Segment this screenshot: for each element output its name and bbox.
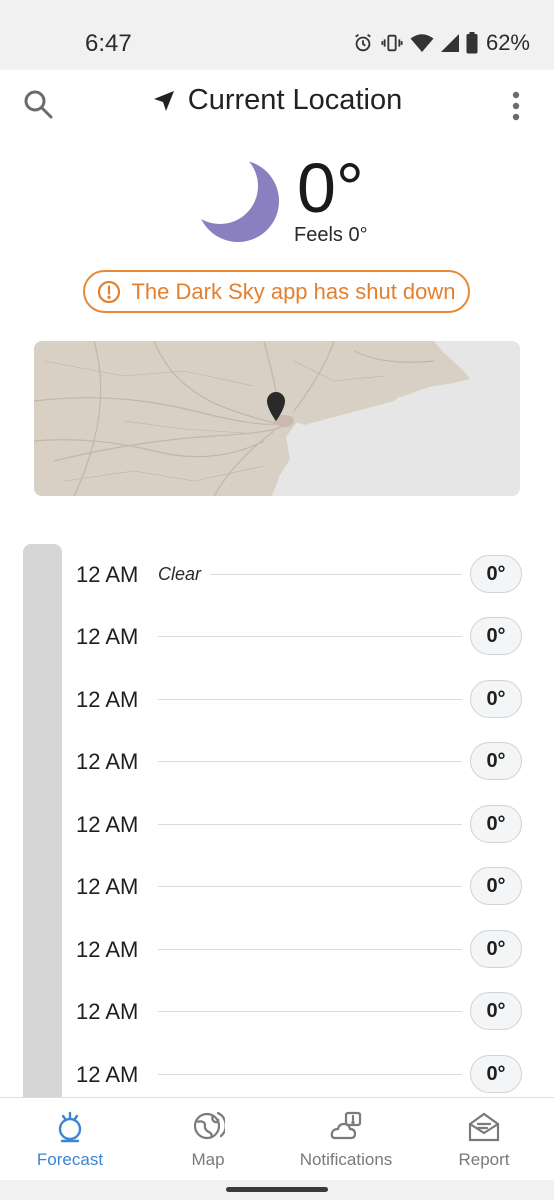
- status-bar: 6:47 62%: [0, 0, 554, 70]
- report-icon: [468, 1112, 500, 1142]
- hour-summary: Clear: [158, 564, 202, 584]
- hour-divider: [158, 1074, 462, 1075]
- radar-map[interactable]: [34, 341, 520, 496]
- nav-label-forecast: Forecast: [36, 1150, 104, 1169]
- timeline-bar: [23, 544, 62, 1104]
- hour-temp[interactable]: 0°: [470, 680, 522, 718]
- nav-label-notifications: Notifications: [299, 1150, 393, 1169]
- nav-label-report: Report: [458, 1150, 510, 1169]
- hour-divider: [158, 699, 462, 700]
- hour-time: 12 AM: [76, 874, 139, 899]
- nav-label-map: Map: [191, 1150, 225, 1169]
- moon-icon: [197, 160, 279, 242]
- hour-temp[interactable]: 0°: [470, 930, 522, 968]
- hour-temp[interactable]: 0°: [470, 555, 522, 593]
- status-icons: 62%: [352, 28, 530, 58]
- hour-time: 12 AM: [76, 999, 139, 1024]
- hour-divider: [158, 886, 462, 887]
- feels-like: Feels 0°: [294, 224, 368, 246]
- app-screen: 6:47 62% Current Location 0° Feels 0° Th…: [0, 0, 554, 1200]
- vibrate-icon: [381, 34, 403, 52]
- more-vert-icon: [512, 91, 520, 121]
- hour-row[interactable]: 12 AM 0°: [62, 856, 532, 918]
- battery-percent: 62%: [485, 30, 530, 55]
- location-title: Current Location: [187, 84, 403, 116]
- hour-time: 12 AM: [76, 562, 139, 587]
- hour-divider: [210, 574, 462, 575]
- hour-temp[interactable]: 0°: [470, 742, 522, 780]
- map-pin-icon: [267, 392, 285, 421]
- hour-temp[interactable]: 0°: [470, 867, 522, 905]
- hour-divider: [158, 824, 462, 825]
- nav-forecast[interactable]: Forecast: [30, 1098, 110, 1181]
- hour-row[interactable]: 12 AM 0°: [62, 731, 532, 793]
- nav-notifications[interactable]: Notifications: [290, 1098, 402, 1181]
- hour-divider: [158, 761, 462, 762]
- hour-temp[interactable]: 0°: [470, 992, 522, 1030]
- hour-row[interactable]: 12 AM Clear 0°: [62, 544, 532, 606]
- more-options-button[interactable]: [506, 90, 526, 122]
- hour-time: 12 AM: [76, 687, 139, 712]
- signal-icon: [440, 34, 459, 52]
- current-temperature: 0°: [297, 149, 364, 227]
- hour-row[interactable]: 12 AM 0°: [62, 794, 532, 856]
- location-arrow-icon: [153, 90, 174, 111]
- battery-icon: [466, 32, 478, 54]
- hour-row[interactable]: 12 AM 0°: [62, 919, 532, 981]
- bottom-nav: Forecast Map Notifications Report: [0, 1097, 554, 1180]
- app-bar: Current Location: [0, 70, 554, 142]
- nav-map[interactable]: Map: [168, 1098, 248, 1181]
- notifications-icon: [330, 1111, 362, 1140]
- hour-time: 12 AM: [76, 1062, 139, 1087]
- wifi-icon: [410, 34, 434, 52]
- hour-temp[interactable]: 0°: [470, 617, 522, 655]
- alert-text: The Dark Sky app has shut down: [131, 278, 456, 304]
- alarm-icon: [355, 33, 371, 52]
- hour-time: 12 AM: [76, 749, 139, 774]
- nav-report[interactable]: Report: [444, 1098, 524, 1181]
- hour-divider: [158, 1011, 462, 1012]
- hour-temp[interactable]: 0°: [470, 1055, 522, 1093]
- hour-row[interactable]: 12 AM 0°: [62, 669, 532, 731]
- hour-temp[interactable]: 0°: [470, 805, 522, 843]
- hour-row[interactable]: 12 AM 0°: [62, 606, 532, 668]
- shutdown-alert[interactable]: The Dark Sky app has shut down: [83, 270, 470, 313]
- hour-row[interactable]: 12 AM 0°: [62, 981, 532, 1043]
- alert-circle-icon: [98, 280, 121, 303]
- location-header[interactable]: Current Location: [0, 84, 554, 117]
- globe-icon: [193, 1111, 225, 1140]
- gesture-handle[interactable]: [226, 1187, 328, 1192]
- hour-divider: [158, 636, 462, 637]
- hour-divider: [158, 949, 462, 950]
- hour-time: 12 AM: [76, 937, 139, 962]
- forecast-icon: [58, 1111, 82, 1143]
- hour-time: 12 AM: [76, 624, 139, 649]
- status-time: 6:47: [85, 30, 132, 57]
- hour-time: 12 AM: [76, 812, 139, 837]
